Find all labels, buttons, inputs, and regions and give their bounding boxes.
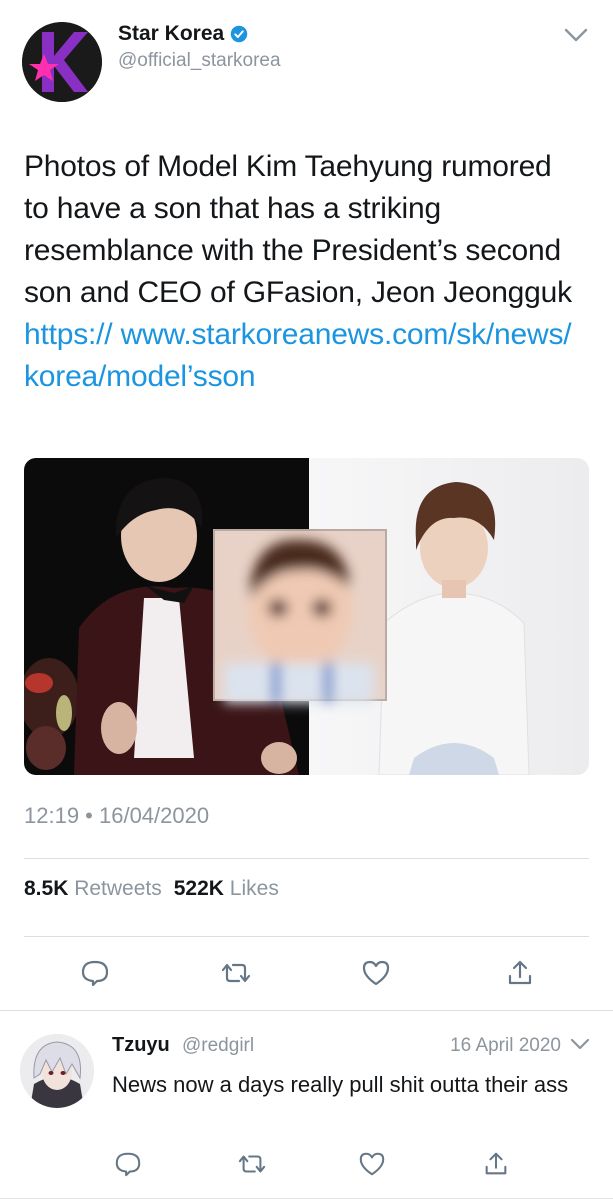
anime-avatar-image bbox=[20, 1034, 94, 1108]
likes-count: 522K bbox=[173, 877, 224, 900]
engagement-stats: 8.5K Retweets 522K Likes bbox=[24, 877, 279, 901]
divider bbox=[0, 1198, 613, 1199]
star-k-logo bbox=[22, 22, 102, 102]
avatar[interactable] bbox=[22, 22, 102, 102]
like-stat[interactable]: 522K Likes bbox=[174, 877, 279, 901]
reply-icon[interactable] bbox=[80, 958, 110, 988]
share-icon[interactable] bbox=[505, 958, 535, 988]
divider bbox=[24, 936, 589, 937]
tweet-media-image[interactable] bbox=[24, 458, 589, 775]
retweets-count: 8.5K bbox=[24, 877, 69, 900]
chevron-down-icon[interactable] bbox=[563, 26, 589, 44]
retweet-icon[interactable] bbox=[221, 958, 251, 988]
chevron-down-icon[interactable] bbox=[569, 1036, 591, 1052]
retweet-icon[interactable] bbox=[238, 1150, 266, 1178]
tweet-timestamp[interactable]: 12:19 • 16/04/2020 bbox=[24, 803, 209, 829]
divider bbox=[24, 858, 589, 859]
retweets-label: Retweets bbox=[74, 877, 162, 900]
tweet-text: Photos of Model Kim Taehyung rumored to … bbox=[24, 146, 584, 398]
likes-label: Likes bbox=[229, 877, 279, 900]
like-icon[interactable] bbox=[358, 1150, 386, 1178]
author-name[interactable]: Star Korea bbox=[118, 22, 224, 46]
divider bbox=[0, 1010, 613, 1011]
verified-badge-icon bbox=[230, 25, 248, 43]
reply-text: News now a days really pull shit outta t… bbox=[112, 1072, 569, 1097]
share-icon[interactable] bbox=[482, 1150, 510, 1178]
reply-author-name[interactable]: Tzuyu bbox=[112, 1034, 170, 1057]
composite-photo bbox=[24, 458, 589, 775]
tweet-body: Photos of Model Kim Taehyung rumored to … bbox=[24, 150, 572, 309]
tweet-link[interactable]: https:// www.starkoreanews.com/sk/news/ … bbox=[24, 318, 572, 393]
author-name-row[interactable]: Star Korea bbox=[118, 22, 248, 46]
reply-author-handle[interactable]: @redgirl bbox=[182, 1035, 254, 1057]
like-icon[interactable] bbox=[361, 958, 391, 988]
retweet-stat[interactable]: 8.5K Retweets bbox=[24, 877, 162, 901]
reply-date[interactable]: 16 April 2020 bbox=[450, 1035, 561, 1057]
reply-avatar[interactable] bbox=[20, 1034, 94, 1108]
reply-icon[interactable] bbox=[114, 1150, 142, 1178]
author-handle[interactable]: @official_starkorea bbox=[118, 50, 281, 72]
